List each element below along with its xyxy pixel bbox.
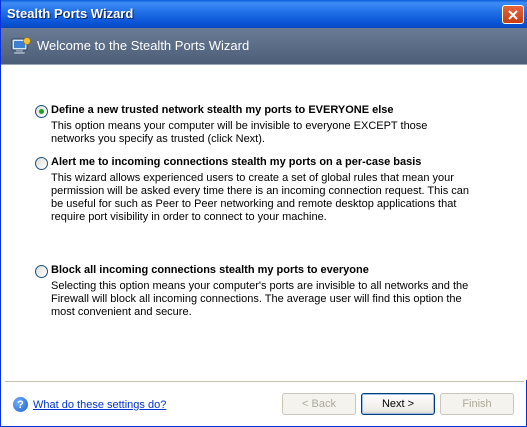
options-panel: Define a new trusted network stealth my …: [1, 65, 527, 380]
footer-divider: [5, 381, 524, 382]
option-label: Define a new trusted network stealth my …: [51, 104, 394, 116]
option-description: This wizard allows experienced users to …: [51, 172, 469, 223]
radio-trusted-network[interactable]: [35, 105, 48, 118]
help-link[interactable]: What do these settings do?: [33, 399, 166, 411]
close-icon: [508, 9, 518, 20]
wizard-computer-icon: [11, 37, 31, 55]
option-description: Selecting this option means your compute…: [51, 280, 469, 318]
page-title: Welcome to the Stealth Ports Wizard: [37, 38, 250, 53]
wizard-header: Welcome to the Stealth Ports Wizard: [1, 28, 527, 64]
finish-button[interactable]: Finish: [440, 393, 514, 415]
radio-alert-connections[interactable]: [35, 157, 48, 170]
back-button[interactable]: < Back: [282, 393, 356, 415]
close-button[interactable]: [502, 5, 524, 24]
wizard-window: Stealth Ports Wizard Welcome to the Stea…: [0, 0, 527, 427]
help-link-group[interactable]: ? What do these settings do?: [13, 397, 166, 412]
option-description: This option means your computer will be …: [51, 120, 428, 145]
help-icon[interactable]: ?: [13, 397, 28, 412]
window-title: Stealth Ports Wizard: [7, 6, 134, 21]
title-bar[interactable]: Stealth Ports Wizard: [1, 0, 527, 28]
option-label: Block all incoming connections stealth m…: [51, 264, 369, 276]
option-label: Alert me to incoming connections stealth…: [51, 156, 422, 168]
next-button[interactable]: Next >: [361, 393, 435, 415]
radio-block-all[interactable]: [35, 265, 48, 278]
